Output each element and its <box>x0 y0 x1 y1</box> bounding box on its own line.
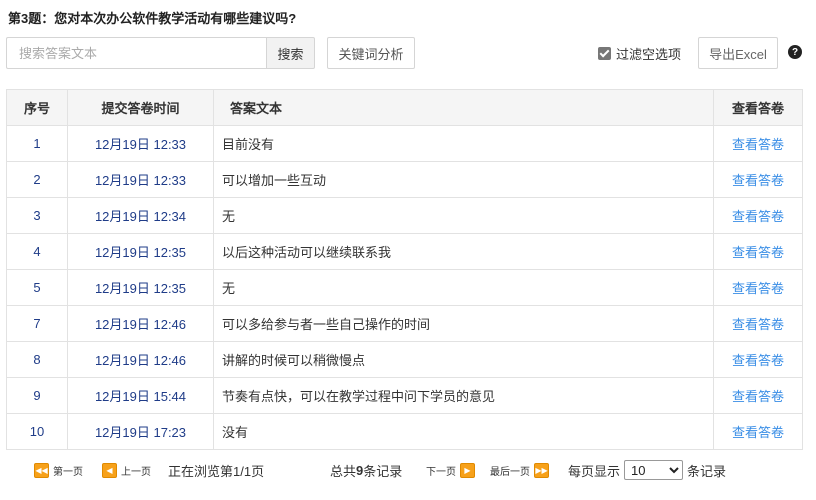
view-answer-link[interactable]: 查看答卷 <box>732 209 784 224</box>
row-answer-text: 没有 <box>213 413 714 450</box>
view-answer-link[interactable]: 查看答卷 <box>732 389 784 404</box>
prev-page-label: 上一页 <box>121 466 151 478</box>
total-suffix: 条记录 <box>363 463 403 479</box>
table-row: 9 12月19日 15:44 节奏有点快，可以在教学过程中问下学员的意见 查看答… <box>6 377 803 414</box>
view-answer-link[interactable]: 查看答卷 <box>732 137 784 152</box>
view-answer-link[interactable]: 查看答卷 <box>732 281 784 296</box>
per-page-control: 每页显示 10 条记录 <box>568 460 727 480</box>
keyword-analysis-button[interactable]: 关键词分析 <box>327 37 415 69</box>
header-answer-text: 答案文本 <box>213 89 714 126</box>
view-answer-link[interactable]: 查看答卷 <box>732 353 784 368</box>
row-submit-time: 12月19日 12:34 <box>67 197 214 234</box>
help-icon[interactable]: ? <box>788 45 802 59</box>
header-index: 序号 <box>6 89 68 126</box>
view-answer-link[interactable]: 查看答卷 <box>732 245 784 260</box>
row-index: 9 <box>6 377 68 414</box>
next-page-button[interactable]: 下一页 ▶ <box>426 461 475 479</box>
checkbox-checked-icon[interactable] <box>598 46 611 60</box>
per-page-label: 每页显示 <box>568 463 621 479</box>
first-page-button[interactable]: ◀◀ 第一页 <box>34 461 83 479</box>
total-count: 9 <box>356 462 364 478</box>
row-answer-text: 讲解的时候可以稍微慢点 <box>213 341 714 378</box>
table-row: 8 12月19日 12:46 讲解的时候可以稍微慢点 查看答卷 <box>6 341 803 378</box>
row-answer-text: 无 <box>213 197 714 234</box>
row-submit-time: 12月19日 12:35 <box>67 233 214 270</box>
row-index: 8 <box>6 341 68 378</box>
row-submit-time: 12月19日 17:23 <box>67 413 214 450</box>
header-submit-time: 提交答卷时间 <box>67 89 214 126</box>
first-page-icon: ◀◀ <box>34 462 49 478</box>
row-answer-text: 以后这种活动可以继续联系我 <box>213 233 714 270</box>
row-submit-time: 12月19日 12:33 <box>67 125 214 162</box>
table-row: 1 12月19日 12:33 目前没有 查看答卷 <box>6 125 803 162</box>
per-page-select[interactable]: 10 <box>624 460 684 480</box>
row-index: 5 <box>6 269 68 306</box>
total-prefix: 总共 <box>330 463 357 479</box>
table-row: 3 12月19日 12:34 无 查看答卷 <box>6 197 803 234</box>
prev-page-icon: ◀ <box>102 462 117 478</box>
export-excel-button[interactable]: 导出Excel <box>698 37 778 69</box>
answers-table: 序号 提交答卷时间 答案文本 查看答卷 1 12月19日 12:33 目前没有 … <box>6 89 803 450</box>
pagination: ◀◀ 第一页 ◀ 上一页 正在浏览第1/1页 总共 9 条记录 下一页 ▶ 最后一页… <box>34 460 804 480</box>
row-index: 10 <box>6 413 68 450</box>
row-submit-time: 12月19日 15:44 <box>67 377 214 414</box>
table-header-row: 序号 提交答卷时间 答案文本 查看答卷 <box>6 89 803 126</box>
table-row: 2 12月19日 12:33 可以增加一些互动 查看答卷 <box>6 161 803 198</box>
header-view-answer: 查看答卷 <box>713 89 803 126</box>
view-answer-link[interactable]: 查看答卷 <box>732 173 784 188</box>
search-button[interactable]: 搜索 <box>266 37 315 69</box>
row-index: 7 <box>6 305 68 342</box>
row-answer-text: 可以多给参与者一些自己操作的时间 <box>213 305 714 342</box>
row-index: 2 <box>6 161 68 198</box>
toolbar: 搜索 关键词分析 过滤空选项 导出Excel ? <box>6 37 806 69</box>
row-submit-time: 12月19日 12:35 <box>67 269 214 306</box>
row-answer-text: 无 <box>213 269 714 306</box>
row-answer-text: 可以增加一些互动 <box>213 161 714 198</box>
first-page-label: 第一页 <box>53 466 83 478</box>
view-answer-link[interactable]: 查看答卷 <box>732 317 784 332</box>
row-index: 3 <box>6 197 68 234</box>
view-answer-link[interactable]: 查看答卷 <box>732 425 784 440</box>
last-page-button[interactable]: 最后一页 ▶▶ <box>490 461 549 479</box>
row-submit-time: 12月19日 12:46 <box>67 305 214 342</box>
row-answer-text: 节奏有点快，可以在教学过程中问下学员的意见 <box>213 377 714 414</box>
search-input[interactable] <box>6 37 266 69</box>
row-answer-text: 目前没有 <box>213 125 714 162</box>
row-submit-time: 12月19日 12:33 <box>67 161 214 198</box>
table-row: 5 12月19日 12:35 无 查看答卷 <box>6 269 803 306</box>
last-page-icon: ▶▶ <box>534 462 549 478</box>
question-title: 第3题：您对本次办公软件教学活动有哪些建议吗? <box>8 11 297 26</box>
table-row: 7 12月19日 12:46 可以多给参与者一些自己操作的时间 查看答卷 <box>6 305 803 342</box>
filter-empty-label: 过滤空选项 <box>616 46 682 62</box>
table-row: 10 12月19日 17:23 没有 查看答卷 <box>6 413 803 450</box>
next-page-icon: ▶ <box>460 462 475 478</box>
last-page-label: 最后一页 <box>490 466 530 478</box>
filter-empty-toggle[interactable]: 过滤空选项 <box>598 37 681 69</box>
table-row: 4 12月19日 12:35 以后这种活动可以继续联系我 查看答卷 <box>6 233 803 270</box>
next-page-label: 下一页 <box>426 466 456 478</box>
row-index: 4 <box>6 233 68 270</box>
total-records: 总共 9 条记录 <box>330 461 402 479</box>
row-submit-time: 12月19日 12:46 <box>67 341 214 378</box>
prev-page-button[interactable]: ◀ 上一页 <box>102 461 151 479</box>
row-index: 1 <box>6 125 68 162</box>
page-status: 正在浏览第1/1页 <box>168 463 265 479</box>
per-page-suffix: 条记录 <box>687 463 727 479</box>
